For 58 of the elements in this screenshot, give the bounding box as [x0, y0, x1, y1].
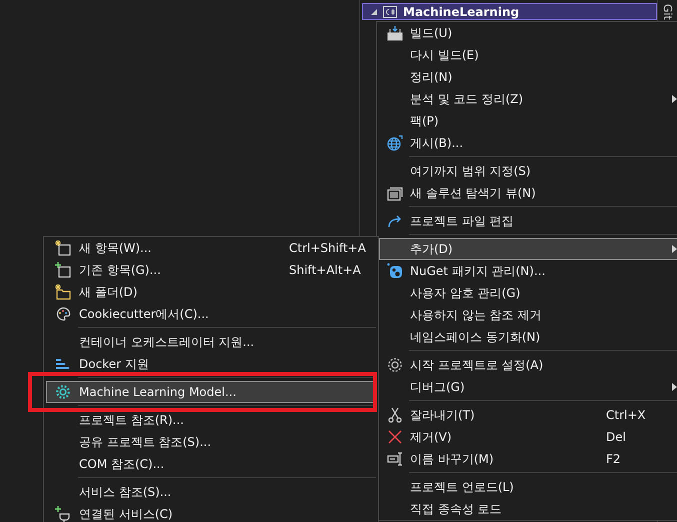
palette-icon: [55, 306, 71, 322]
menu-item[interactable]: 컨테이너 오케스트레이터 지원...: [46, 331, 376, 353]
menu-item[interactable]: 사용하지 않는 참조 제거: [379, 304, 677, 326]
new-item-icon: [55, 240, 71, 256]
menu-item[interactable]: 시작 프로젝트로 설정(A): [379, 354, 677, 376]
stacked-bars-icon: [55, 356, 71, 372]
package-icon: [387, 263, 403, 279]
menu-item[interactable]: 새 폴더(D): [46, 281, 376, 303]
redo-arrow-icon: [387, 213, 403, 229]
menu-item[interactable]: 기존 항목(G)... Shift+Alt+A: [46, 259, 376, 281]
shortcut-text: Ctrl+Shift+A: [289, 241, 367, 255]
rename-icon: [387, 451, 403, 467]
globe-icon: [387, 135, 403, 151]
add-item-icon: [55, 262, 71, 278]
menu-item[interactable]: COM 참조(C)...: [46, 453, 376, 475]
menu-item[interactable]: 새 솔루션 탐색기 뷰(N): [379, 182, 677, 204]
menu-item[interactable]: 팩(P): [379, 110, 677, 132]
shortcut-text: Del: [606, 430, 627, 444]
expand-arrow-icon: [371, 8, 377, 14]
menu-item[interactable]: 서비스 참조(S)...: [46, 481, 376, 503]
menu-item[interactable]: 공유 프로젝트 참조(S)...: [46, 431, 376, 453]
menu-item[interactable]: Machine Learning Model...: [46, 381, 376, 403]
shortcut-text: Ctrl+X: [606, 408, 647, 422]
menu-item[interactable]: 제거(V) Del: [379, 426, 677, 448]
plug-icon: [55, 506, 71, 522]
side-tab[interactable]: Git: [661, 4, 674, 20]
menu-item[interactable]: 연결된 서비스(C): [46, 503, 376, 522]
gear-icon: [387, 357, 403, 373]
menu-item[interactable]: 직접 종속성 로드: [379, 498, 677, 520]
shortcut-text: F2: [606, 452, 622, 466]
menu-item[interactable]: 게시(B)...: [379, 132, 677, 154]
menu-item[interactable]: Cookiecutter에서(C)...: [46, 303, 376, 325]
build-icon: [387, 25, 403, 41]
shortcut-text: Shift+Alt+A: [289, 263, 362, 277]
delete-x-icon: [387, 429, 403, 445]
gear-icon: [55, 384, 71, 400]
new-folder-icon: [55, 284, 71, 300]
menu-item[interactable]: 다시 빌드(E): [379, 44, 677, 66]
menu-item[interactable]: 프로젝트 파일 편집: [379, 210, 677, 232]
menu-item[interactable]: 프로젝트 언로드(L): [379, 476, 677, 498]
menu-item[interactable]: 빌드(U): [379, 22, 677, 44]
menu-item[interactable]: 추가(D): [379, 238, 677, 260]
menu-item[interactable]: 이름 바꾸기(M) F2: [379, 448, 677, 470]
tree-item[interactable]: MachineLearning: [362, 3, 657, 20]
menu-item[interactable]: 네임스페이스 동기화(N): [379, 326, 677, 348]
scissors-icon: [387, 407, 403, 423]
menu-item[interactable]: 사용자 암호 관리(G): [379, 282, 677, 304]
menu-item[interactable]: 잘라내기(T) Ctrl+X: [379, 404, 677, 426]
menu-item[interactable]: 정리(N): [379, 66, 677, 88]
menu-item[interactable]: 여기까지 범위 지정(S): [379, 160, 677, 182]
window-icon: [387, 185, 403, 201]
menu-item[interactable]: 새 항목(W)... Ctrl+Shift+A: [46, 237, 376, 259]
menu-item[interactable]: 분석 및 코드 정리(Z): [379, 88, 677, 110]
menu-item[interactable]: Docker 지원: [46, 353, 376, 375]
menu-item[interactable]: NuGet 패키지 관리(N)...: [379, 260, 677, 282]
menu-item[interactable]: 프로젝트 참조(R)...: [46, 409, 376, 431]
csharp-project-icon: [383, 6, 397, 18]
menu-item[interactable]: 디버그(G): [379, 376, 677, 398]
